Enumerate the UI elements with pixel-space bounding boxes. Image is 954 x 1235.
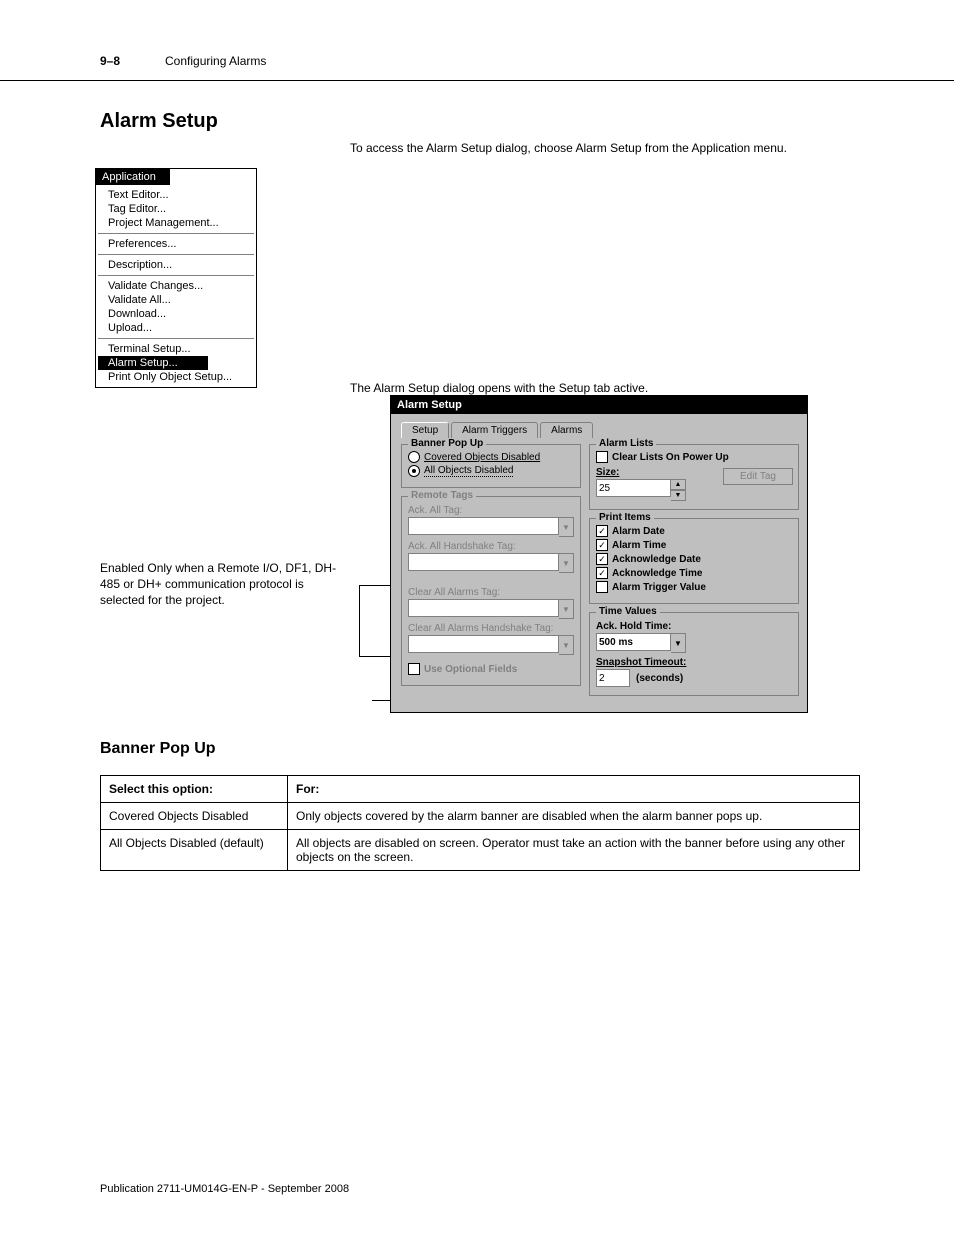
- label-snapshot-timeout: Snapshot Timeout:: [596, 657, 792, 668]
- input-clear-all-alarms-tag[interactable]: [408, 599, 559, 617]
- table-row: Covered Objects DisabledOnly objects cov…: [101, 803, 860, 830]
- fieldset-alarm-lists: Alarm Lists Clear Lists On Power Up Size…: [589, 444, 799, 510]
- callout-line: [359, 585, 392, 586]
- tab-setup[interactable]: Setup: [401, 422, 449, 438]
- radio-all-objects-disabled[interactable]: All Objects Disabled: [408, 465, 574, 477]
- label-ack-all-handshake-tag: Ack. All Handshake Tag:: [408, 541, 574, 552]
- menu-item[interactable]: Preferences...: [98, 237, 254, 251]
- menu-item[interactable]: Download...: [98, 307, 254, 321]
- table-header-for: For:: [288, 776, 860, 803]
- menu-item[interactable]: Text Editor...: [98, 188, 254, 202]
- section-number: 9–8: [100, 54, 120, 68]
- chevron-down-icon[interactable]: ▼: [671, 633, 686, 653]
- label-ack-hold-time: Ack. Hold Time:: [596, 621, 792, 632]
- input-clear-all-alarms-handshake-tag[interactable]: [408, 635, 559, 653]
- input-snapshot-timeout[interactable]: [596, 669, 630, 687]
- legend-time-values: Time Values: [596, 606, 660, 617]
- dialog-title: Alarm Setup: [391, 396, 807, 414]
- chevron-down-icon[interactable]: ▼: [559, 553, 574, 573]
- checkbox-acknowledge-time[interactable]: Acknowledge Time: [596, 567, 792, 579]
- fieldset-print-items: Print Items Alarm Date Alarm Time Acknow…: [589, 518, 799, 604]
- tab-alarm-triggers[interactable]: Alarm Triggers: [451, 422, 538, 438]
- menu-item[interactable]: Upload...: [98, 321, 254, 335]
- fieldset-banner-popup: Banner Pop Up Covered Objects Disabled A…: [401, 444, 581, 488]
- menu-item[interactable]: Tag Editor...: [98, 202, 254, 216]
- footer-publication: Publication 2711-UM014G-EN-P - September…: [100, 1183, 349, 1195]
- legend-print-items: Print Items: [596, 512, 654, 523]
- menu-item[interactable]: Alarm Setup...: [98, 356, 208, 370]
- chevron-down-icon[interactable]: ▼: [559, 599, 574, 619]
- menu-item[interactable]: Validate Changes...: [98, 279, 254, 293]
- application-menu-title[interactable]: Application: [96, 169, 170, 185]
- label-clear-all-alarms-tag: Clear All Alarms Tag:: [408, 587, 574, 598]
- checkbox-use-optional-fields[interactable]: Use Optional Fields: [408, 663, 574, 675]
- label-size: Size:: [596, 467, 792, 478]
- banner-popup-options-table: Select this option: For: Covered Objects…: [100, 775, 860, 871]
- menu-item[interactable]: Description...: [98, 258, 254, 272]
- menu-item[interactable]: Print Only Object Setup...: [98, 370, 254, 384]
- select-ack-hold-time[interactable]: ▼: [596, 633, 686, 653]
- tab-alarms[interactable]: Alarms: [540, 422, 593, 438]
- label-ack-all-tag: Ack. All Tag:: [408, 505, 574, 516]
- radio-covered-objects-disabled[interactable]: Covered Objects Disabled: [408, 451, 574, 463]
- input-ack-all-handshake-tag[interactable]: [408, 553, 559, 571]
- dialog-intro-paragraph: The Alarm Setup dialog opens with the Se…: [350, 380, 850, 396]
- menu-item[interactable]: Validate All...: [98, 293, 254, 307]
- callout-line: [359, 585, 360, 656]
- checkbox-acknowledge-date[interactable]: Acknowledge Date: [596, 553, 792, 565]
- heading-banner-pop-up: Banner Pop Up: [100, 740, 216, 758]
- alarm-setup-dialog: Alarm Setup Setup Alarm Triggers Alarms …: [390, 395, 808, 713]
- input-ack-all-tag[interactable]: [408, 517, 559, 535]
- legend-remote-tags: Remote Tags: [408, 490, 476, 501]
- legend-banner-popup: Banner Pop Up: [408, 438, 486, 449]
- section-title: Configuring Alarms: [165, 54, 266, 68]
- input-ack-hold-time[interactable]: [596, 633, 671, 651]
- chevron-down-icon[interactable]: ▼: [559, 635, 574, 655]
- checkbox-alarm-time[interactable]: Alarm Time: [596, 539, 792, 551]
- table-row: All Objects Disabled (default)All object…: [101, 830, 860, 871]
- checkbox-alarm-trigger-value[interactable]: Alarm Trigger Value: [596, 581, 792, 593]
- spinner-size[interactable]: ▲▼: [596, 479, 686, 501]
- application-menu: Application Text Editor...Tag Editor...P…: [95, 168, 257, 388]
- fieldset-time-values: Time Values Ack. Hold Time: ▼ Snapshot T…: [589, 612, 799, 696]
- label-seconds: (seconds): [636, 673, 683, 684]
- spinner-down-icon[interactable]: ▼: [671, 490, 686, 501]
- label-clear-all-alarms-handshake-tag: Clear All Alarms Handshake Tag:: [408, 623, 574, 634]
- fieldset-remote-tags: Remote Tags Ack. All Tag: ▼ Ack. All Han…: [401, 496, 581, 686]
- menu-item[interactable]: Terminal Setup...: [98, 342, 254, 356]
- heading-alarm-setup: Alarm Setup: [100, 110, 218, 133]
- legend-alarm-lists: Alarm Lists: [596, 438, 656, 449]
- checkbox-clear-lists-on-power-up[interactable]: Clear Lists On Power Up: [596, 451, 792, 463]
- checkbox-alarm-date[interactable]: Alarm Date: [596, 525, 792, 537]
- input-size[interactable]: [596, 479, 671, 497]
- chevron-down-icon[interactable]: ▼: [559, 517, 574, 537]
- spinner-up-icon[interactable]: ▲: [671, 479, 686, 490]
- intro-paragraph: To access the Alarm Setup dialog, choose…: [350, 140, 850, 156]
- callout-line: [359, 656, 392, 657]
- table-header-option: Select this option:: [101, 776, 288, 803]
- callout-remote-tags: Enabled Only when a Remote I/O, DF1, DH-…: [100, 560, 350, 609]
- menu-item[interactable]: Project Management...: [98, 216, 254, 230]
